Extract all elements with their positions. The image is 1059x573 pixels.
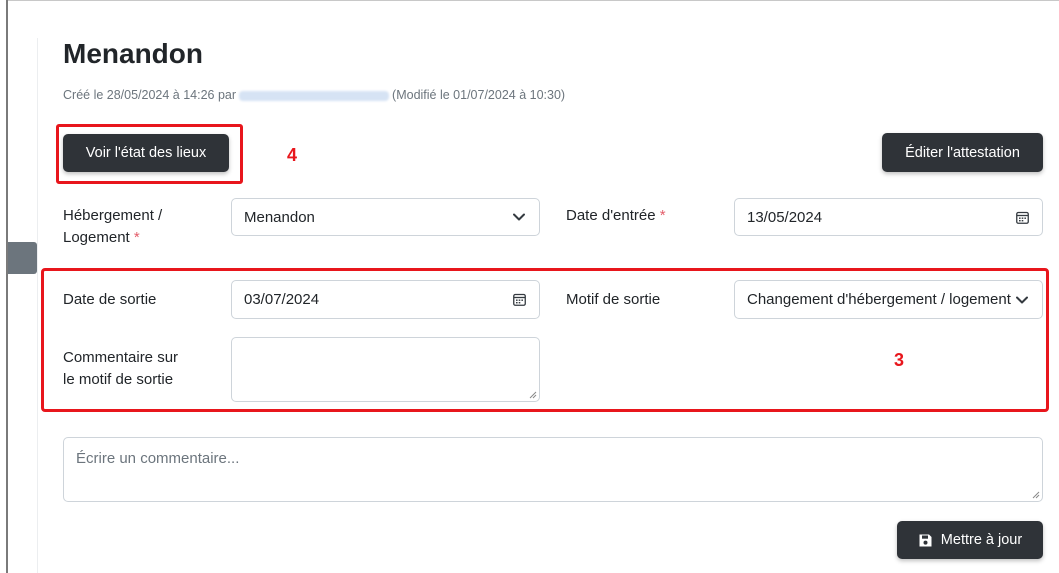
annotation-number-4: 4 — [287, 145, 298, 165]
window-left-border — [6, 0, 8, 573]
annotation-box-4 — [56, 124, 243, 184]
logement-text: Logement — [63, 229, 130, 246]
hebergement-label-line1: Hébergement / — [63, 207, 163, 224]
annotation-box-3 — [41, 268, 1049, 412]
meta-author-redacted — [239, 90, 390, 101]
window-top-border — [6, 0, 1059, 1]
content-divider — [37, 38, 38, 573]
meta-created: Créé le 28/05/2024 à 14:26 par — [63, 88, 237, 102]
date-entree-input[interactable]: 13/05/2024 — [734, 198, 1043, 236]
date-entree-label-text: Date d'entrée — [566, 207, 656, 224]
commentaire-textarea[interactable]: Écrire un commentaire... — [63, 437, 1043, 502]
commentaire-placeholder: Écrire un commentaire... — [76, 450, 240, 467]
annotation-number-3: 3 — [894, 350, 905, 370]
meta-modified: (Modifié le 01/07/2024 à 10:30) — [392, 88, 566, 102]
sidebar-toggle-tab[interactable] — [8, 242, 37, 274]
date-entree-label: Date d'entrée * — [566, 205, 666, 227]
date-entree-value: 13/05/2024 — [747, 208, 823, 226]
page-title: Menandon — [63, 38, 203, 69]
page-meta: Créé le 28/05/2024 à 14:26 par (Modifié l… — [63, 88, 565, 102]
required-mark: * — [133, 229, 140, 246]
hebergement-label: Hébergement / Logement * — [63, 205, 162, 249]
mettre-a-jour-button[interactable]: Mettre à jour — [897, 521, 1043, 559]
required-mark: * — [659, 207, 666, 224]
save-icon — [918, 533, 933, 548]
hebergement-value: Menandon — [244, 208, 315, 226]
chevron-down-icon — [511, 209, 527, 225]
hebergement-label-line2: Logement * — [63, 227, 162, 249]
mettre-a-jour-label: Mettre à jour — [940, 532, 1023, 548]
resize-handle-icon[interactable] — [1032, 491, 1040, 499]
editer-attestation-button[interactable]: Éditer l'attestation — [882, 133, 1043, 172]
calendar-icon[interactable] — [1014, 209, 1030, 225]
hebergement-select[interactable]: Menandon — [231, 198, 540, 236]
